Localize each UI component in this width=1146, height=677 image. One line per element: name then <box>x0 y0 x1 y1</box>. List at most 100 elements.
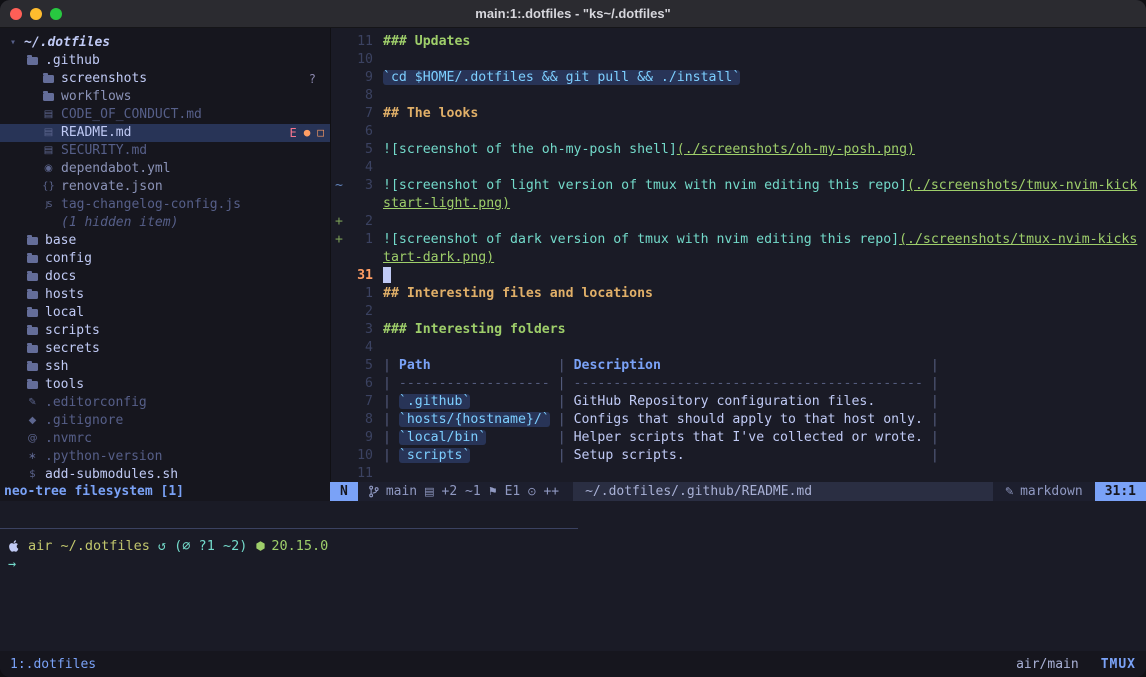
editor-line[interactable]: 11 <box>331 465 1146 482</box>
editor-line[interactable]: 8| `hosts/{hostname}/` | Configs that sh… <box>331 411 1146 429</box>
text-segment: ### Interesting folders <box>383 322 566 337</box>
text-segment: (./screenshots/tmux-nvim-kicks <box>899 232 1137 247</box>
editor-line[interactable]: 1## Interesting files and locations <box>331 285 1146 303</box>
tmux-window-label[interactable]: 1:.dotfiles <box>10 657 96 672</box>
tree-item-base[interactable]: base <box>0 232 330 250</box>
tree-item-config[interactable]: config <box>0 250 330 268</box>
editor-line[interactable]: 10 <box>331 51 1146 69</box>
node-version: 20.15.0 <box>271 537 328 555</box>
tree-item-label: workflows <box>61 88 131 106</box>
line-text: ### Updates <box>383 33 1146 51</box>
editor-line[interactable]: 5| Path | Description | <box>331 357 1146 375</box>
gutter-sign <box>331 411 345 429</box>
tree-item-ssh[interactable]: ssh <box>0 358 330 376</box>
editor-line[interactable]: 6 <box>331 123 1146 141</box>
line-number: 2 <box>345 213 373 231</box>
tree-item-workflows[interactable]: workflows <box>0 88 330 106</box>
tree-item-readme-md[interactable]: ▤README.mdE●□ <box>0 124 330 142</box>
tree-item-dotfiles[interactable]: ▾~/.dotfiles <box>0 34 330 52</box>
editor-line[interactable]: 6| ------------------- | ---------------… <box>331 375 1146 393</box>
editor-line[interactable]: 31 <box>331 267 1146 285</box>
tree-item-security-md[interactable]: ▤SECURITY.md <box>0 142 330 160</box>
minimize-button[interactable] <box>30 8 42 20</box>
editor-line[interactable]: 4 <box>331 339 1146 357</box>
gutter-sign <box>331 267 345 285</box>
tree-item-renovate-json[interactable]: {}renovate.json <box>0 178 330 196</box>
tree-item-python-version[interactable]: ∗.python-version <box>0 448 330 466</box>
window-title: main:1:.dotfiles - "ks~/.dotfiles" <box>0 6 1146 21</box>
editor-line[interactable]: 4 <box>331 159 1146 177</box>
line-number: 9 <box>345 69 373 87</box>
tree-item-label: tools <box>45 376 84 394</box>
tree-item-secrets[interactable]: secrets <box>0 340 330 358</box>
line-text: ## Interesting files and locations <box>383 285 1146 303</box>
tree-item-label: (1 hidden item) <box>61 214 178 232</box>
line-text <box>383 267 1146 285</box>
gutter-sign <box>331 339 345 357</box>
editor-line[interactable]: 5![screenshot of the oh-my-posh shell](.… <box>331 141 1146 159</box>
tree-item-label: docs <box>45 268 76 286</box>
text-segment: ## The looks <box>383 106 478 121</box>
tree-item-docs[interactable]: docs <box>0 268 330 286</box>
text-segment: `cd $HOME/.dotfiles && git pull && ./ins… <box>383 70 740 85</box>
editor-line[interactable]: 2 <box>331 303 1146 321</box>
gutter-sign <box>331 465 345 482</box>
fullscreen-button[interactable] <box>50 8 62 20</box>
neotree-sidebar[interactable]: ▾~/.dotfiles.githubscreenshots?workflows… <box>0 28 330 482</box>
line-text: | ------------------- | ----------------… <box>383 375 1146 393</box>
gutter-sign: ~ <box>331 177 345 195</box>
line-number: 9 <box>345 429 373 447</box>
text-segment: Description <box>574 358 661 373</box>
editor-line[interactable]: 3### Interesting folders <box>331 321 1146 339</box>
editor-line[interactable]: 9| `local/bin` | Helper scripts that I'v… <box>331 429 1146 447</box>
editor-line[interactable]: start-light.png) <box>331 195 1146 213</box>
tree-item-label: hosts <box>45 286 84 304</box>
gutter-sign <box>331 51 345 69</box>
tree-item-scripts[interactable]: scripts <box>0 322 330 340</box>
prompt-arrow[interactable]: → <box>8 555 16 573</box>
line-text: | `.github` | GitHub Repository configur… <box>383 393 1146 411</box>
tree-item-editorconfig[interactable]: ✎.editorconfig <box>0 394 330 412</box>
editor-line[interactable]: 7## The looks <box>331 105 1146 123</box>
editor-line[interactable]: tart-dark.png) <box>331 249 1146 267</box>
tree-item-github[interactable]: .github <box>0 52 330 70</box>
tmux-pane-shell[interactable]: air ~/.dotfiles ↺ (∅ ?1 ~2) 20.15.0 → <box>0 501 1146 651</box>
line-number <box>345 249 373 267</box>
text-segment: `local/bin` <box>399 430 486 445</box>
tree-item-screenshots[interactable]: screenshots? <box>0 70 330 88</box>
tree-item-label: local <box>45 304 84 322</box>
editor-line[interactable]: ~3![screenshot of light version of tmux … <box>331 177 1146 195</box>
tree-item-dependabot-yml[interactable]: ◉dependabot.yml <box>0 160 330 178</box>
branch-name: main <box>386 482 417 501</box>
editor-line[interactable]: 9 `cd $HOME/.dotfiles && git pull && ./in… <box>331 69 1146 87</box>
expander-icon[interactable]: ▾ <box>10 34 24 52</box>
text-segment: | <box>383 448 399 463</box>
editor-line[interactable]: +1![screenshot of dark version of tmux w… <box>331 231 1146 249</box>
tree-item-gitignore[interactable]: ◆.gitignore <box>0 412 330 430</box>
tree-item-tag-changelog-config-js[interactable]: JStag-changelog-config.js <box>0 196 330 214</box>
editor-line[interactable]: 11### Updates <box>331 33 1146 51</box>
tree-item-local[interactable]: local <box>0 304 330 322</box>
markdown-file-icon: ▤ <box>42 142 55 160</box>
tree-item-code-of-conduct-md[interactable]: ▤CODE_OF_CONDUCT.md <box>0 106 330 124</box>
tree-item-hosts[interactable]: hosts <box>0 286 330 304</box>
tree-item-add-submodules-sh[interactable]: $add-submodules.sh <box>0 466 330 482</box>
lsp-status-icon: ⊙ <box>527 482 536 501</box>
editor-line[interactable]: 10| `scripts` | Setup scripts. | <box>331 447 1146 465</box>
tree-item-1-hidden-item[interactable]: (1 hidden item) <box>0 214 330 232</box>
editor-line[interactable]: +2 <box>331 213 1146 231</box>
gutter-sign <box>331 285 345 303</box>
editor-line[interactable]: 8 <box>331 87 1146 105</box>
gutter-sign: + <box>331 213 345 231</box>
folder-icon <box>43 75 54 83</box>
nvm-file-icon: @ <box>26 430 39 448</box>
editor-pane[interactable]: 11### Updates109`cd $HOME/.dotfiles && g… <box>330 28 1146 482</box>
tree-item-tools[interactable]: tools <box>0 376 330 394</box>
close-button[interactable] <box>10 8 22 20</box>
folder-icon <box>27 327 38 335</box>
tree-item-label: .editorconfig <box>45 394 147 412</box>
editor-line[interactable]: 7| `.github` | GitHub Repository configu… <box>331 393 1146 411</box>
prompt-git-status: ↺ (∅ ?1 ~2) <box>158 537 247 555</box>
tree-item-nvmrc[interactable]: @.nvmrc <box>0 430 330 448</box>
gutter-sign <box>331 303 345 321</box>
